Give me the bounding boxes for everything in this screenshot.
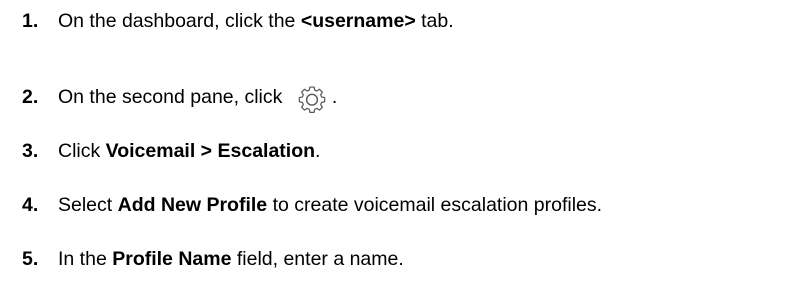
step-text-after: . — [331, 86, 338, 109]
step-text: Select — [58, 194, 118, 216]
step-text-after: field, enter a name. — [231, 248, 404, 270]
step-bold-text: Profile Name — [112, 248, 232, 270]
step-number: 2. — [22, 86, 39, 109]
step-5: 5. In the Profile Name field, enter a na… — [22, 248, 404, 270]
step-text: On the dashboard, click the — [58, 10, 301, 32]
step-text-after: tab. — [415, 10, 454, 32]
step-bold-text: Voicemail > Escalation — [105, 140, 316, 162]
step-bold-text: <username> — [300, 10, 416, 32]
step-number: 4. — [22, 194, 39, 216]
step-text-after: . — [315, 140, 321, 162]
step-text: In the — [58, 248, 113, 270]
gear-icon — [296, 82, 328, 114]
step-text-after: to create voicemail escalation profiles. — [267, 194, 603, 216]
step-number: 1. — [22, 10, 39, 32]
step-1: 1. On the dashboard, click the <username… — [22, 10, 454, 32]
step-3: 3. Click Voicemail > Escalation . — [22, 140, 321, 162]
step-number: 3. — [22, 140, 39, 162]
step-4: 4. Select Add New Profile to create voic… — [22, 194, 603, 216]
step-number: 5. — [22, 248, 39, 270]
step-2: 2. On the second pane, click . — [22, 82, 337, 114]
step-text: On the second pane, click — [58, 86, 288, 109]
step-text: Click — [58, 140, 106, 162]
step-bold-text: Add New Profile — [117, 194, 268, 216]
